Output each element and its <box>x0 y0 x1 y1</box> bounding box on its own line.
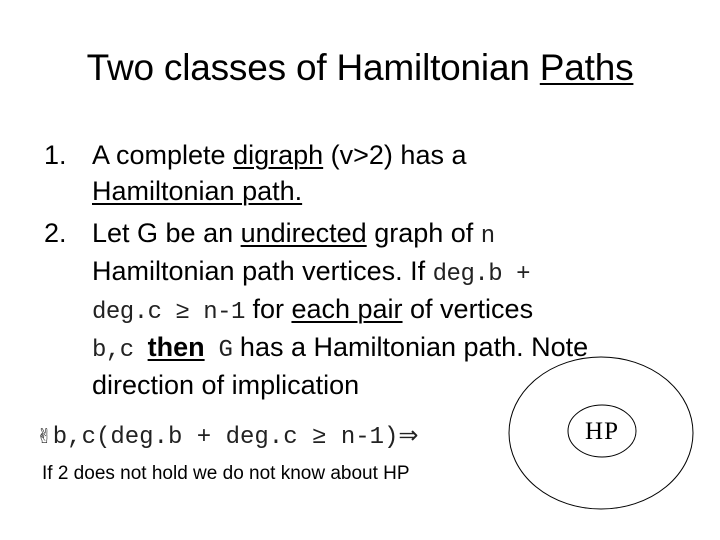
list-item-1-line-1: A complete digraph (v>2) has a <box>92 138 466 172</box>
implies-arrow-icon: ⇒ <box>398 422 419 449</box>
list-item-2-line-1: Let G be an undirected graph of n <box>92 216 495 254</box>
text: has a Hamiltonian path. Note <box>232 332 589 362</box>
text: (v>2) has a <box>323 140 467 170</box>
forall-victory-hand-icon: ✌ <box>36 424 53 448</box>
text: graph of <box>366 218 481 248</box>
code-condition: deg.c ≥ n-1 <box>92 299 245 326</box>
hp-label: HP <box>585 418 619 445</box>
code-n: n <box>480 223 495 250</box>
slide-title: Two classes of Hamiltonian Paths <box>0 46 720 90</box>
code-g: G <box>204 337 233 364</box>
list-number: 2. <box>44 218 67 248</box>
formula: ✌b,c(deg.b + deg.c ≥ n-1)⇒ <box>36 419 419 455</box>
list-item-1-line-2: Hamiltonian path. <box>92 174 302 208</box>
text: A complete <box>92 140 234 170</box>
list-number: 1. <box>44 140 67 170</box>
underlined-term-each-pair: each pair <box>291 294 403 324</box>
text: of vertices <box>402 294 534 324</box>
formula-expression: b,c(deg.b + deg.c ≥ n-1) <box>52 424 399 451</box>
underlined-term-undirected: undirected <box>240 218 367 248</box>
list-item-2-line-5: direction of implication <box>92 368 359 402</box>
footnote: If 2 does not hold we do not know about … <box>42 463 410 484</box>
text: for <box>244 294 292 324</box>
underlined-term-digraph: digraph <box>233 140 324 170</box>
text: Hamiltonian path vertices. If <box>92 256 433 286</box>
title-underlined-word: Paths <box>539 47 634 88</box>
underlined-term-then: then <box>147 332 205 362</box>
underlined-term-hamiltonian-path: Hamiltonian path. <box>92 176 303 206</box>
text: Let G be an <box>92 218 241 248</box>
list-item-2-line-4: b,c then G has a Hamiltonian path. Note <box>92 330 588 368</box>
code-b-c: b,c <box>92 337 148 364</box>
list-item-2-line-3: deg.c ≥ n-1 for each pair of vertices <box>92 292 533 330</box>
code-deg-b: deg.b + <box>432 261 531 288</box>
list-item-2-line-2: Hamiltonian path vertices. If deg.b + <box>92 254 530 292</box>
text: direction of implication <box>92 370 360 400</box>
title-text: Two classes of Hamiltonian <box>86 47 540 88</box>
